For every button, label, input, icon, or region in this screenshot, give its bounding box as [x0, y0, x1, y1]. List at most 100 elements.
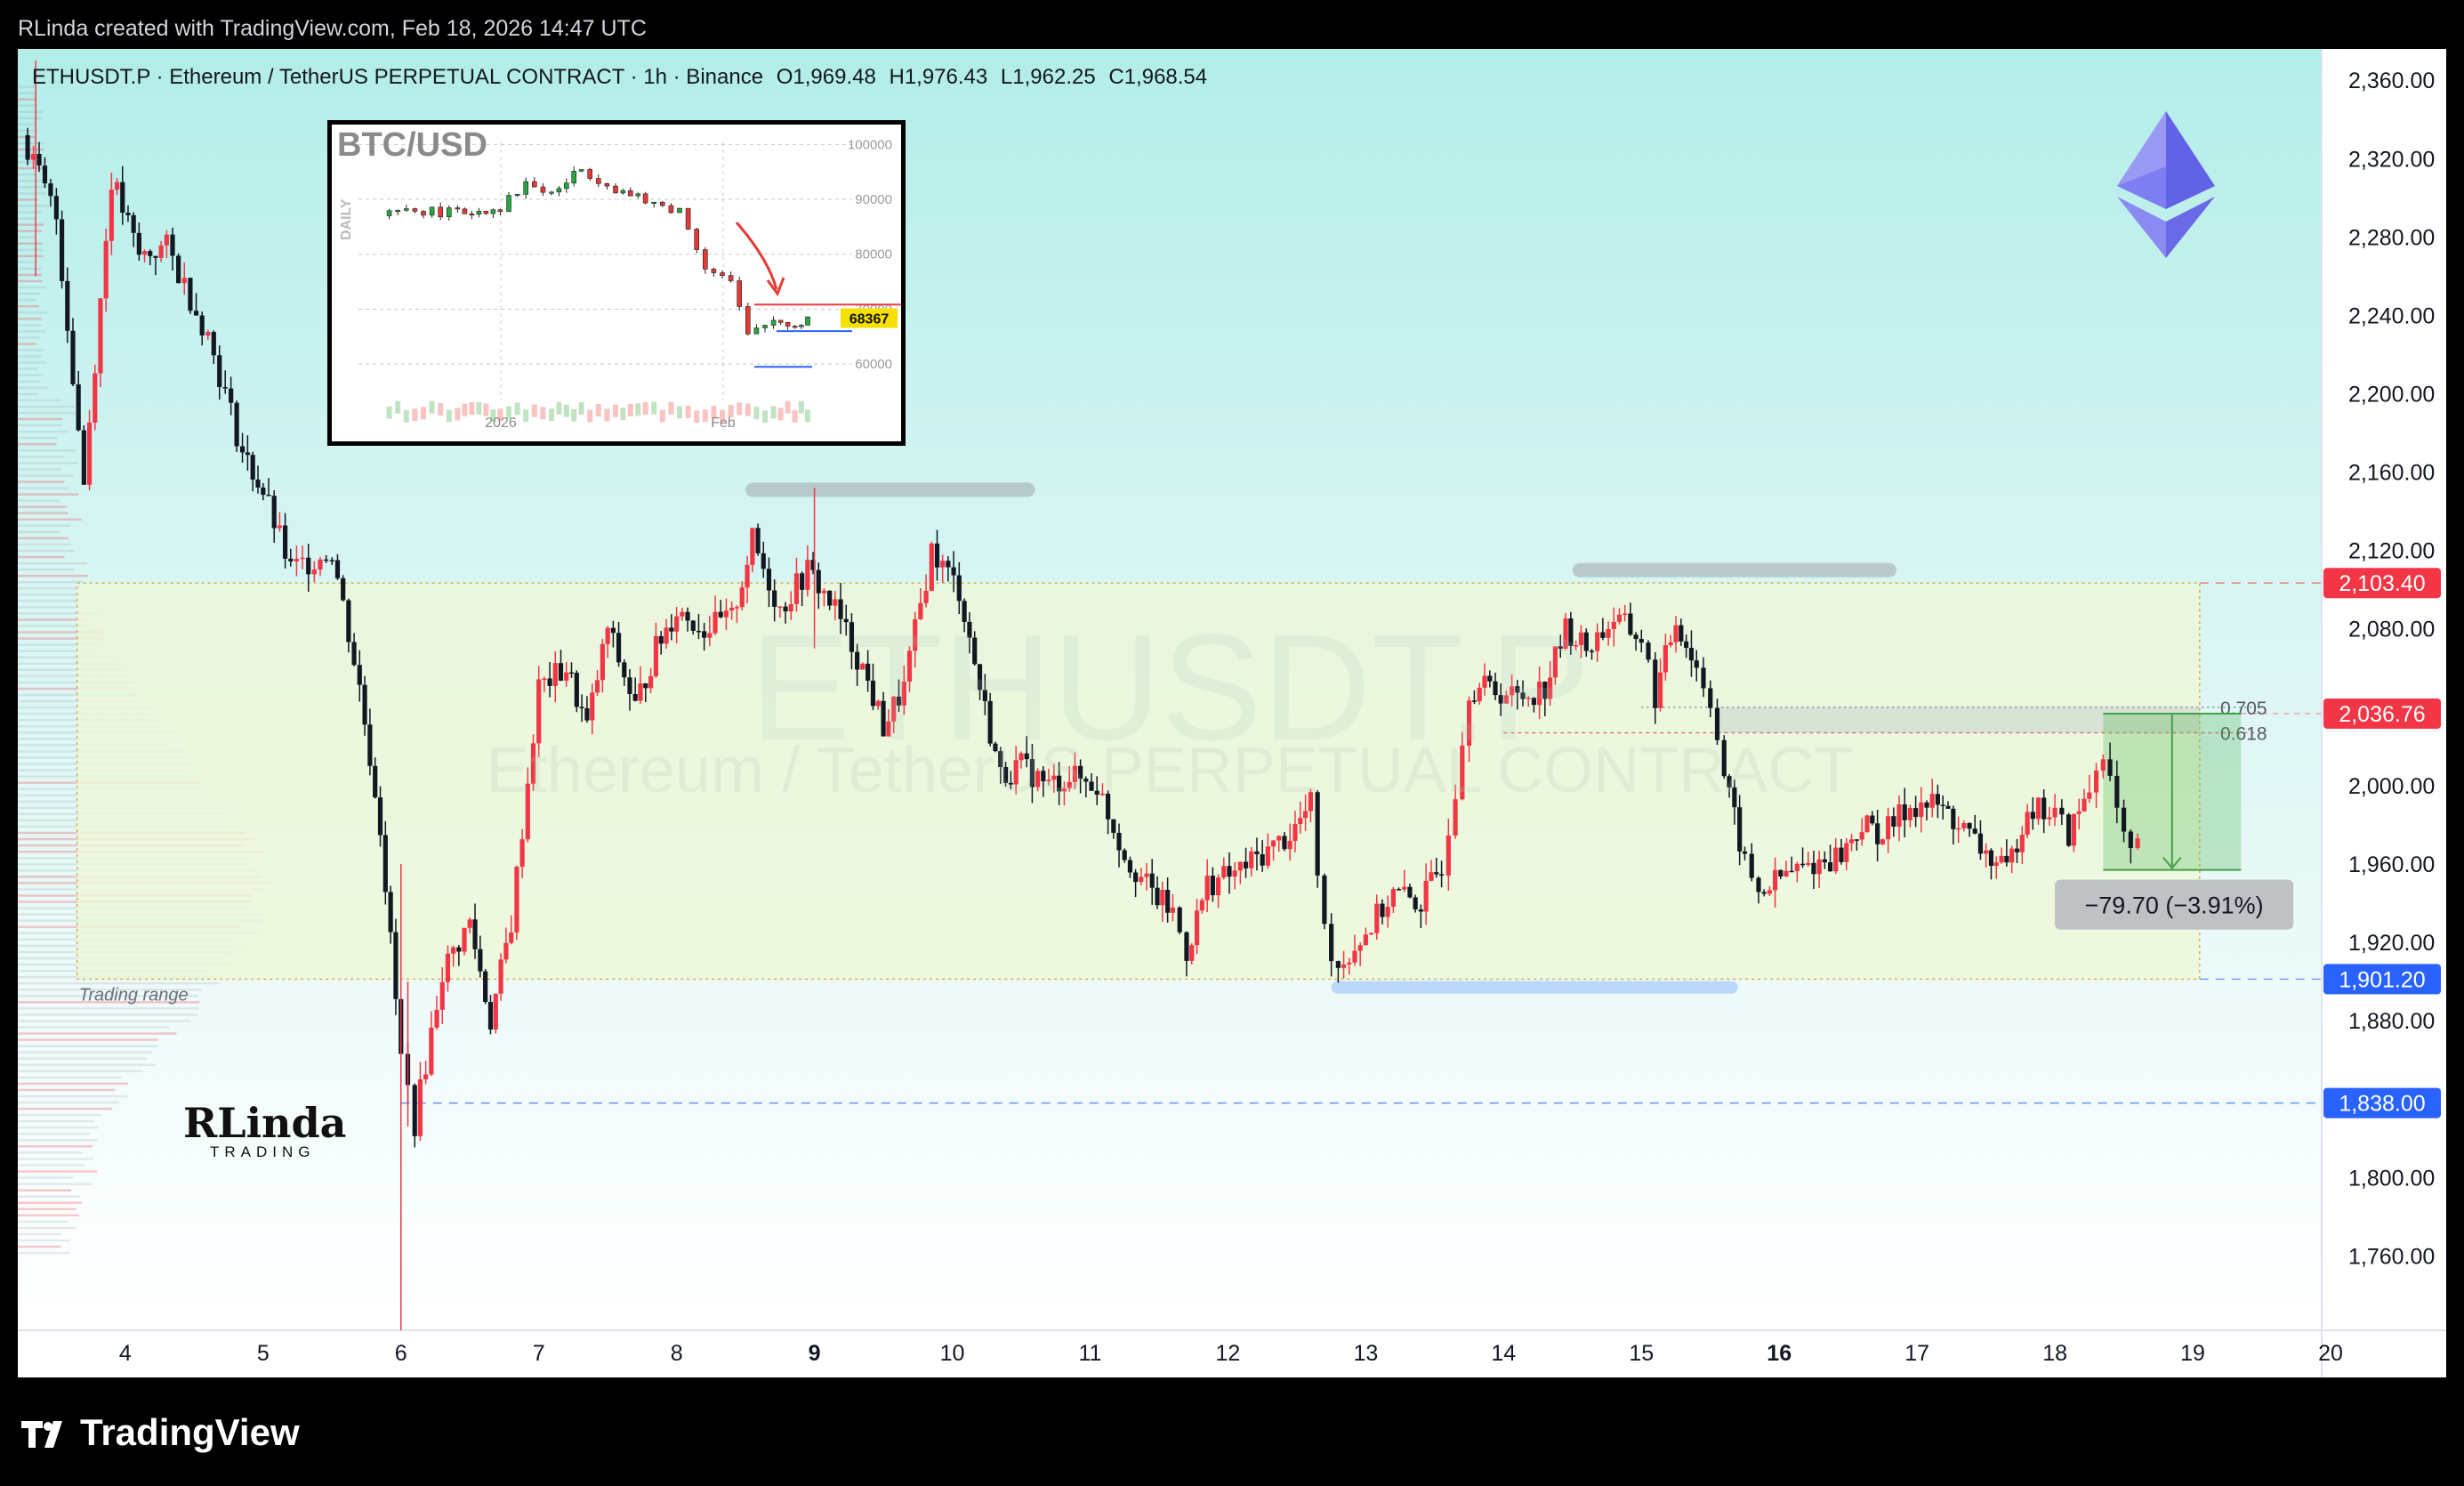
- candle-body: [1727, 776, 1732, 787]
- inset-candle-body: [720, 272, 725, 276]
- candle-body: [294, 558, 300, 561]
- candle-body: [1811, 862, 1816, 875]
- candle-body: [2047, 817, 2052, 820]
- candle-body: [2114, 775, 2120, 808]
- candle-body: [723, 610, 729, 618]
- support-highlight: [1331, 981, 1738, 994]
- candle-body: [205, 332, 211, 336]
- candle-body: [1466, 700, 1472, 746]
- candle-body: [1721, 739, 1727, 777]
- inset-volume-bar: [531, 404, 537, 417]
- candle-body: [472, 919, 478, 949]
- candle-body: [1380, 903, 1385, 917]
- candle-body: [1616, 614, 1623, 622]
- volume-profile-bar: [18, 230, 42, 232]
- candle-body: [1024, 753, 1029, 760]
- price-tick-label: 1,800.00: [2348, 1166, 2435, 1191]
- candle-body: [1008, 782, 1013, 785]
- candle-body: [114, 182, 120, 190]
- candle-body: [2128, 831, 2133, 848]
- inset-candle-body: [462, 208, 468, 214]
- candle-body: [896, 696, 902, 706]
- candle-body: [423, 1074, 429, 1079]
- candle-body: [918, 602, 923, 619]
- candle-body: [1453, 799, 1458, 836]
- candle-body: [622, 662, 627, 678]
- candle-body: [594, 680, 600, 693]
- inset-candle-body: [412, 208, 418, 212]
- candle-body: [610, 627, 616, 634]
- candle-body: [648, 675, 654, 689]
- candle-body: [2107, 759, 2113, 776]
- volume-profile-bar: [18, 123, 36, 126]
- legend-high: H1,976.43: [889, 65, 988, 89]
- candle-body: [81, 430, 86, 485]
- inset-volume-bar: [403, 409, 409, 423]
- candle-body: [1520, 692, 1526, 699]
- inset-candle-body: [490, 209, 496, 214]
- volume-profile-bar: [18, 581, 84, 584]
- candle-body: [211, 332, 216, 356]
- chart-area[interactable]: Trading range 0.705 0.618 −79.70 (−3.91%) 2…: [18, 49, 2446, 1377]
- candle-body: [934, 543, 940, 568]
- candle-body: [2004, 855, 2009, 863]
- volume-profile-bar: [18, 1051, 152, 1054]
- inset-candle-body: [651, 201, 657, 205]
- candle-body: [1122, 850, 1127, 860]
- candle-body: [1249, 851, 1254, 868]
- inset-candle-body: [455, 207, 461, 210]
- inset-candle-body: [549, 191, 554, 194]
- candle-body: [891, 696, 897, 722]
- inset-tick-label: 60000: [855, 357, 892, 372]
- inset-candle-body: [642, 193, 648, 204]
- candle-body: [462, 927, 467, 952]
- volume-profile-bar: [18, 499, 60, 502]
- volume-profile-bar: [18, 180, 44, 182]
- inset-candle-body: [745, 306, 751, 335]
- candle-body: [1732, 787, 1737, 808]
- candle-body: [1133, 872, 1139, 883]
- volume-profile-bar: [18, 318, 42, 320]
- ohlc-legend[interactable]: ETHUSDT.P · Ethereum / TetherUS PERPETUA…: [32, 65, 1207, 90]
- candle-body: [250, 455, 255, 480]
- candle-body: [1542, 682, 1548, 699]
- candle-body: [1035, 771, 1041, 787]
- candle-body: [53, 196, 59, 220]
- inset-volume-bar: [386, 406, 392, 419]
- candle-body: [245, 452, 250, 456]
- candle-body: [1407, 886, 1413, 898]
- candle-body: [1940, 804, 1945, 806]
- candle-body: [982, 690, 987, 701]
- tradingview-logo[interactable]: TradingView: [21, 1411, 300, 1454]
- candle-body: [1961, 823, 1967, 828]
- inset-candle-body: [587, 169, 593, 179]
- candle-body: [1886, 816, 1891, 840]
- volume-profile-bar: [18, 1189, 72, 1191]
- inset-volume-bar: [412, 408, 418, 422]
- candle-body: [357, 665, 362, 685]
- candle-body: [519, 839, 525, 868]
- inset-candle-body: [685, 207, 691, 230]
- price-tag-label: 1,901.20: [2339, 967, 2425, 992]
- volume-profile-bar: [18, 561, 87, 565]
- candle-body: [739, 587, 745, 608]
- inset-candle-body: [627, 190, 633, 197]
- candle-body: [1935, 794, 1941, 805]
- tradingview-logo-text: TradingView: [80, 1411, 300, 1453]
- candle-body: [1663, 645, 1668, 673]
- inset-candle-body: [404, 208, 409, 211]
- candle-body: [870, 680, 876, 707]
- candle-body: [1106, 793, 1111, 820]
- volume-profile-bar: [18, 1220, 68, 1224]
- candle-body: [1679, 625, 1684, 642]
- volume-profile-bar: [18, 1195, 81, 1198]
- inset-volume-bar: [792, 409, 798, 423]
- candle-body: [493, 993, 498, 1030]
- inset-tick-label: 100000: [848, 137, 892, 152]
- time-tick-label: 9: [809, 1341, 821, 1366]
- candle-body: [929, 543, 934, 591]
- candle-body: [153, 255, 158, 258]
- candle-body: [367, 724, 373, 766]
- candle-body: [777, 606, 783, 609]
- measure-label: −79.70 (−3.91%): [2085, 892, 2264, 919]
